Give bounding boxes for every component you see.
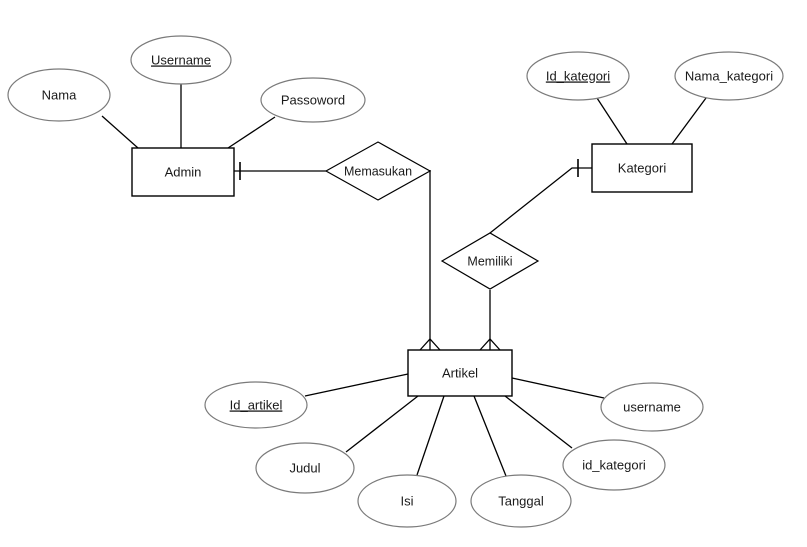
attribute-passoword[interactable]: Passoword <box>260 77 366 123</box>
attribute-username_fk[interactable]: username <box>600 382 704 432</box>
attribute-id_kategori_pk[interactable]: Id_kategori <box>526 51 630 101</box>
attribute-isi[interactable]: Isi <box>357 474 457 528</box>
entity-artikel[interactable]: Artikel <box>407 349 513 397</box>
attribute-judul[interactable]: Judul <box>255 442 355 494</box>
attribute-edge-nama <box>101 115 139 149</box>
relationship-layer: Memasukan Memiliki <box>324 141 540 290</box>
attribute-label-tanggal: Tanggal <box>498 493 544 508</box>
attribute-label-isi: Isi <box>401 493 414 508</box>
relationship-memasukan[interactable]: Memasukan <box>324 141 432 201</box>
attribute-edge-username_fk <box>511 377 605 399</box>
relationship-memiliki[interactable]: Memiliki <box>440 232 540 290</box>
attribute-edge-id_artikel <box>304 373 409 397</box>
attribute-edge-judul <box>345 395 419 453</box>
attribute-id_kategori_fk[interactable]: id_kategori <box>562 439 666 491</box>
entity-admin[interactable]: Admin <box>131 147 235 197</box>
attribute-edge-passoword <box>227 116 276 149</box>
attribute-label-id_kategori_fk: id_kategori <box>582 457 646 472</box>
attribute-edge-isi <box>416 395 445 476</box>
attribute-edge-nama_kategori <box>671 97 707 145</box>
connector-kategori-to-memiliki <box>489 167 592 234</box>
attribute-layer: Nama Username Passoword Id_kategori Nama_kat… <box>7 35 784 528</box>
attribute-nama_kategori[interactable]: Nama_kategori <box>674 51 784 101</box>
entity-label-kategori: Kategori <box>618 160 667 175</box>
attribute-label-id_artikel: Id_artikel <box>230 397 283 412</box>
attribute-label-judul: Judul <box>289 460 320 475</box>
attribute-edge-id_kategori_fk <box>504 395 573 449</box>
attribute-tanggal[interactable]: Tanggal <box>470 474 572 528</box>
relationship-connector-layer <box>234 159 592 351</box>
relationship-label-memiliki: Memiliki <box>467 254 512 268</box>
attribute-label-id_kategori_pk: Id_kategori <box>546 68 610 83</box>
entity-layer: Admin Kategori Artikel <box>131 143 693 397</box>
attribute-label-nama: Nama <box>42 87 77 102</box>
attribute-label-passoword: Passoword <box>281 92 345 107</box>
attribute-username_admin[interactable]: Username <box>130 35 232 85</box>
attribute-label-username_admin: Username <box>151 52 211 67</box>
attribute-edge-tanggal <box>473 395 507 477</box>
er-diagram-svg: Nama Username Passoword Id_kategori Nama_kat… <box>7 35 784 528</box>
attribute-label-username_fk: username <box>623 399 681 414</box>
attribute-label-nama_kategori: Nama_kategori <box>685 68 773 83</box>
attribute-edge-id_kategori_pk <box>596 97 628 145</box>
attribute-nama[interactable]: Nama <box>7 68 111 122</box>
relationship-label-memasukan: Memasukan <box>344 164 412 178</box>
er-diagram-canvas: Nama Username Passoword Id_kategori Nama_kat… <box>0 0 807 547</box>
entity-label-admin: Admin <box>165 164 202 179</box>
entity-kategori[interactable]: Kategori <box>591 143 693 193</box>
entity-label-artikel: Artikel <box>442 365 478 380</box>
attribute-id_artikel[interactable]: Id_artikel <box>204 381 308 429</box>
